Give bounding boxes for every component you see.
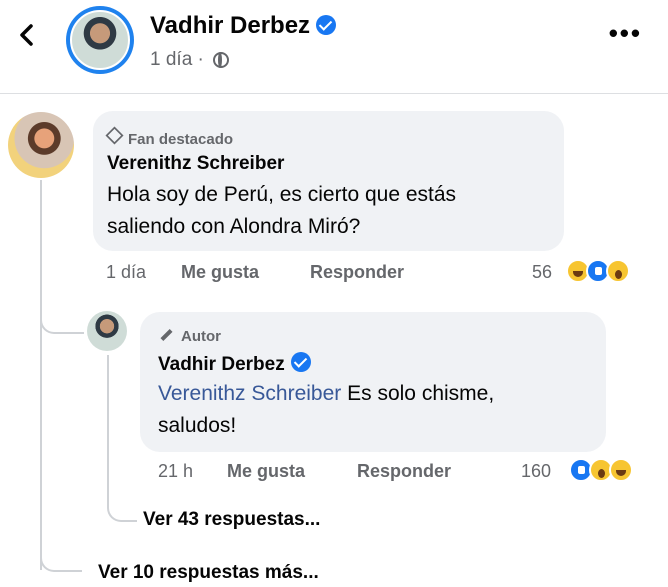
haha-icon xyxy=(609,458,633,482)
comment-reactions[interactable] xyxy=(566,259,630,283)
comment-bubble: Fan destacado Verenithz Schreiber Hola s… xyxy=(93,111,564,251)
thread-connector xyxy=(40,520,82,572)
reply-avatar[interactable] xyxy=(87,311,127,351)
post-meta: 1 día · xyxy=(150,49,230,71)
reply-reaction-count[interactable]: 160 xyxy=(521,461,551,482)
more-options-icon[interactable]: ••• xyxy=(609,18,642,49)
header-divider xyxy=(0,93,668,94)
commenter-avatar[interactable] xyxy=(8,112,74,178)
reply-reply-button[interactable]: Responder xyxy=(357,461,451,482)
comment-reaction-count[interactable]: 56 xyxy=(532,262,552,283)
reply-like-button[interactable]: Me gusta xyxy=(227,461,305,482)
mention-link[interactable]: Verenithz Schreiber xyxy=(158,382,341,405)
view-replies-link[interactable]: Ver 43 respuestas... xyxy=(143,509,320,531)
reply-author[interactable]: Vadhir Derbez xyxy=(158,352,311,376)
thread-line xyxy=(40,180,42,570)
thread-connector xyxy=(107,490,137,522)
fan-badge: Fan destacado xyxy=(105,126,233,148)
wow-icon xyxy=(606,259,630,283)
back-arrow-icon[interactable] xyxy=(14,22,40,48)
globe-icon xyxy=(213,52,230,68)
view-more-replies-link[interactable]: Ver 10 respuestas más... xyxy=(98,562,319,584)
reply-text: Verenithz Schreiber Es solo chisme, salu… xyxy=(158,382,495,437)
verified-badge-icon xyxy=(316,15,337,35)
comment-author[interactable]: Verenithz Schreiber xyxy=(107,153,284,175)
reply-reactions[interactable] xyxy=(569,458,633,482)
author-badge: Autor xyxy=(160,328,221,345)
reply-bubble: Autor Vadhir Derbez Verenithz Schreiber … xyxy=(140,312,606,452)
comment-time: 1 día xyxy=(106,262,147,282)
thread-connector xyxy=(40,290,84,334)
comment-text: Hola soy de Perú, es cierto que estás sa… xyxy=(107,183,457,238)
comment-reply-button[interactable]: Responder xyxy=(310,262,404,283)
verified-badge-icon xyxy=(290,352,311,372)
post-author[interactable]: Vadhir Derbez xyxy=(150,12,337,40)
pencil-icon xyxy=(160,328,173,342)
gem-icon xyxy=(105,126,124,145)
comment-like-button[interactable]: Me gusta xyxy=(181,262,259,283)
author-avatar[interactable] xyxy=(66,6,134,74)
reply-time: 21 h xyxy=(158,461,194,481)
thread-line xyxy=(107,355,109,505)
